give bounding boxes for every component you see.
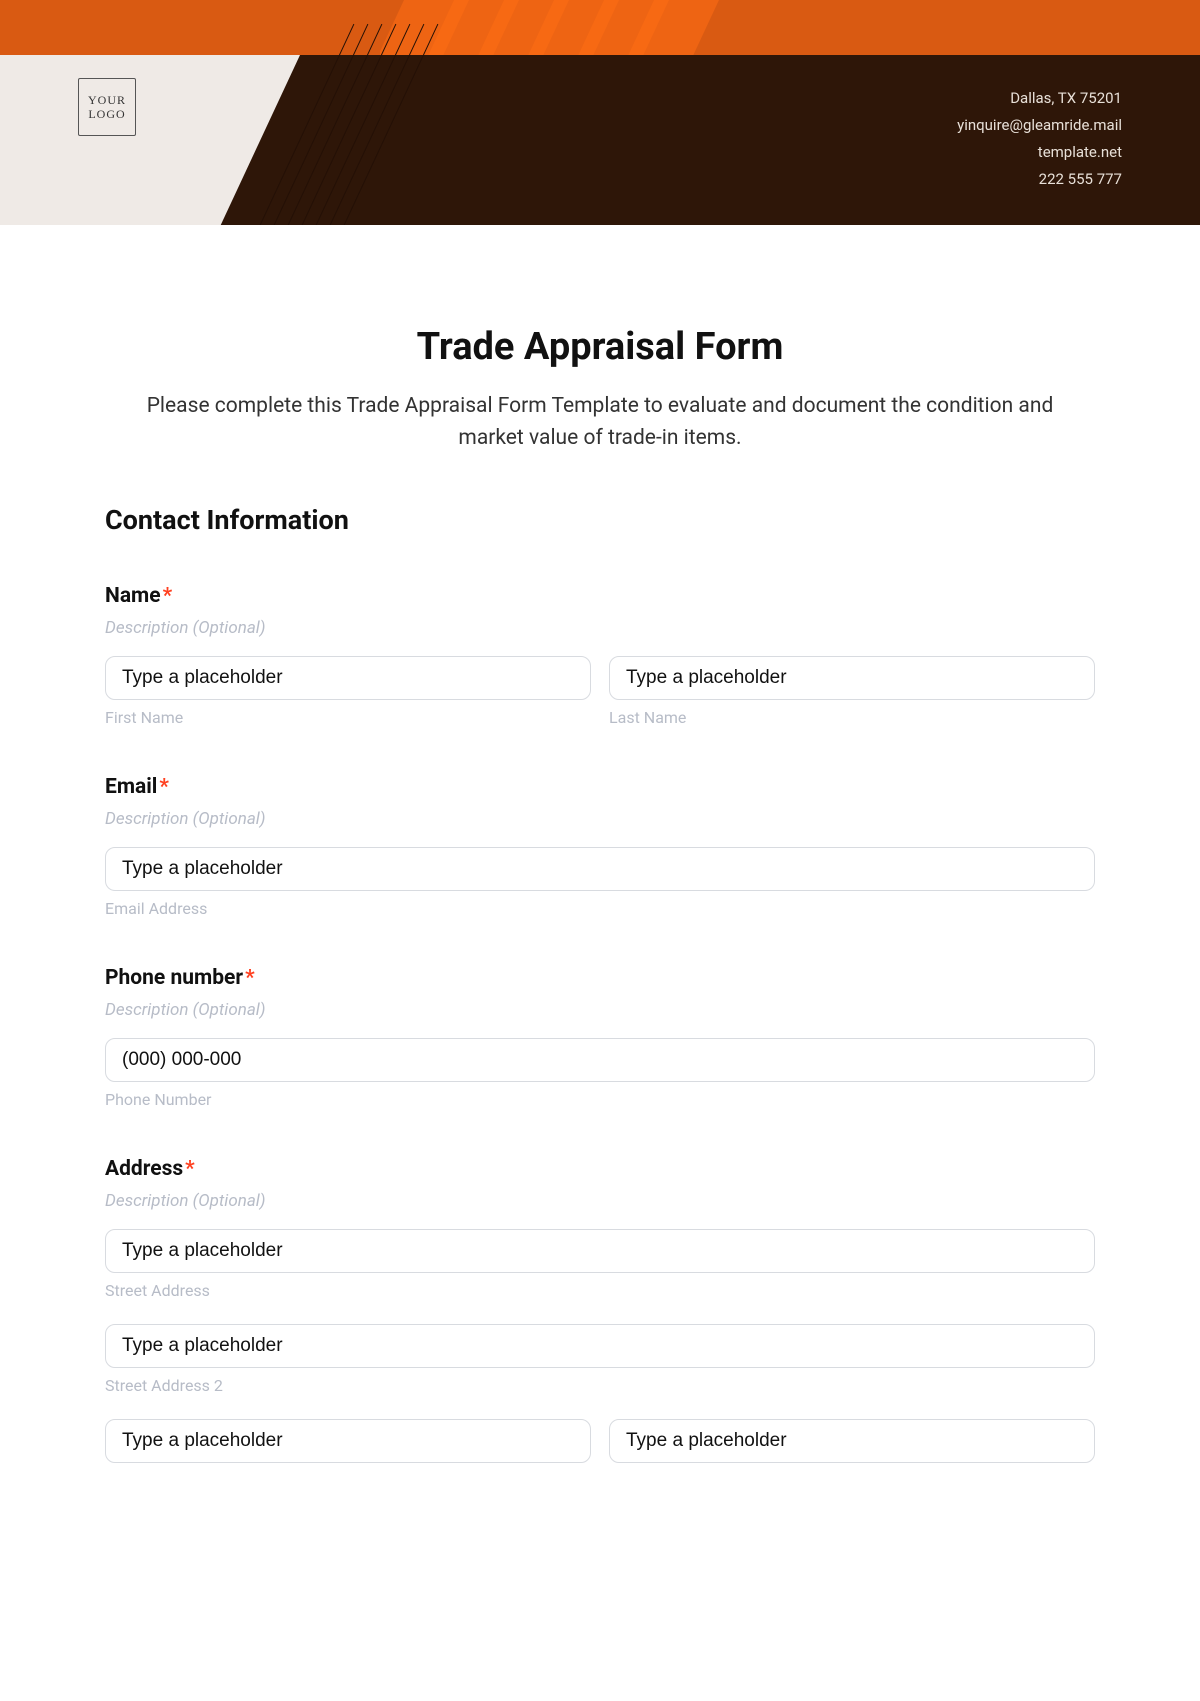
- header-contact-info: Dallas, TX 75201 yinquire@gleamride.mail…: [957, 85, 1122, 193]
- phone-sublabel: Phone Number: [105, 1090, 1095, 1109]
- first-name-input[interactable]: [105, 656, 591, 700]
- field-name: Name* Description (Optional) First Name …: [105, 584, 1095, 727]
- name-label: Name*: [105, 584, 1095, 608]
- email-desc: Description (Optional): [105, 809, 1095, 829]
- header-website: template.net: [957, 139, 1122, 166]
- last-name-sublabel: Last Name: [609, 708, 1095, 727]
- form-description: Please complete this Trade Appraisal For…: [105, 391, 1095, 454]
- last-name-input[interactable]: [609, 656, 1095, 700]
- field-phone: Phone number* Description (Optional) Pho…: [105, 966, 1095, 1109]
- form-title: Trade Appraisal Form: [105, 325, 1095, 369]
- orange-stripes: [380, 0, 760, 55]
- street2-sublabel: Street Address 2: [105, 1376, 1095, 1395]
- email-sublabel: Email Address: [105, 899, 1095, 918]
- street1-input[interactable]: [105, 1229, 1095, 1273]
- street2-input[interactable]: [105, 1324, 1095, 1368]
- phone-input[interactable]: [105, 1038, 1095, 1082]
- field-address: Address* Description (Optional) Street A…: [105, 1157, 1095, 1463]
- header-address: Dallas, TX 75201: [957, 85, 1122, 112]
- field-email: Email* Description (Optional) Email Addr…: [105, 775, 1095, 918]
- email-input[interactable]: [105, 847, 1095, 891]
- phone-label: Phone number*: [105, 966, 1095, 990]
- email-label: Email*: [105, 775, 1095, 799]
- phone-desc: Description (Optional): [105, 1000, 1095, 1020]
- header-phone: 222 555 777: [957, 166, 1122, 193]
- header-email: yinquire@gleamride.mail: [957, 112, 1122, 139]
- form-body: Trade Appraisal Form Please complete thi…: [0, 225, 1200, 1463]
- state-input[interactable]: [609, 1419, 1095, 1463]
- header-banner: YOUR LOGO Dallas, TX 75201 yinquire@glea…: [0, 0, 1200, 225]
- section-contact-heading: Contact Information: [105, 504, 1095, 536]
- logo-placeholder: YOUR LOGO: [78, 78, 136, 136]
- address-label: Address*: [105, 1157, 1095, 1181]
- name-desc: Description (Optional): [105, 618, 1095, 638]
- first-name-sublabel: First Name: [105, 708, 591, 727]
- street1-sublabel: Street Address: [105, 1281, 1095, 1300]
- address-desc: Description (Optional): [105, 1191, 1095, 1211]
- city-input[interactable]: [105, 1419, 591, 1463]
